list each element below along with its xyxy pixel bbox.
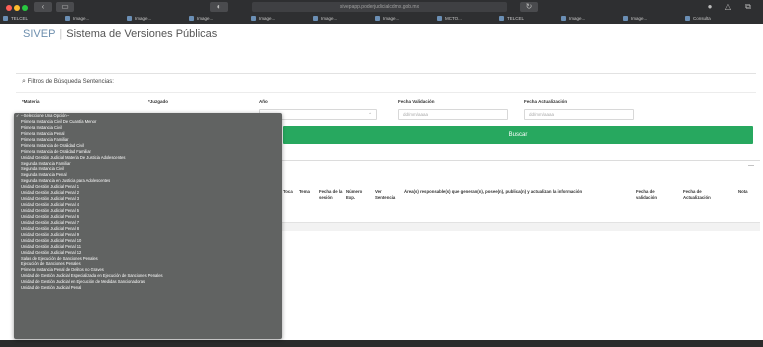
favicon-icon: [189, 16, 194, 21]
page-bottom-bar: [0, 340, 763, 347]
favicon-icon: [251, 16, 256, 21]
favicon-icon: [127, 16, 132, 21]
dropdown-option-label: Ejecución de Sanciones Penales: [21, 261, 81, 267]
materia-label: *Materia: [22, 99, 40, 104]
app-title: Sistema de Versiones Públicas: [66, 28, 218, 40]
share-icon[interactable]: △: [720, 2, 736, 12]
fecha-actualizacion-input[interactable]: dd/mm/aaaa: [524, 109, 634, 120]
favicon-icon: [375, 16, 380, 21]
materia-dropdown-list[interactable]: ✓ --Seleccione Una Opción-- Primera Instan…: [14, 113, 282, 339]
favicon-icon: [685, 16, 690, 21]
bookmark-item[interactable]: MCTO...: [436, 14, 492, 23]
dropdown-option-label: Primera Instancia de Oralidad Familiar: [21, 148, 91, 154]
bookmark-item[interactable]: Image...: [312, 14, 368, 23]
favicon-icon: [313, 16, 318, 21]
divider: [16, 73, 756, 74]
dropdown-option-label: Segunda Instancia Penal: [21, 172, 67, 178]
favicon-icon: [65, 16, 70, 21]
dropdown-option-label: Primera Instancia Familiar: [21, 136, 69, 142]
dropdown-option-label: Unidad Gestión Judicial Penal 10: [21, 237, 82, 243]
browser-chrome: ‹ ▭ ◐ sivepapp.poderjudicialcdmx.gob.mx …: [0, 0, 763, 24]
fecha-validacion-label: Fecha Validación: [398, 99, 435, 104]
dropdown-option-label: Unidad de Gestión Judicial en Ejecución …: [21, 279, 146, 285]
dropdown-option-label: Primera Instancia Civil De Cuantía Menor: [21, 118, 97, 124]
dropdown-option-label: --Seleccione Una Opción--: [21, 113, 70, 118]
dropdown-option-label: Unidad Gestión Judicial Penal 1: [21, 184, 80, 190]
collapse-panel-button[interactable]: —: [748, 163, 754, 169]
minimize-window-icon[interactable]: [14, 5, 20, 11]
close-window-icon[interactable]: [6, 5, 12, 11]
fecha-validacion-input[interactable]: dd/mm/aaaa: [398, 109, 508, 120]
search-icon: ⌕: [22, 78, 26, 85]
screen: ‹ ▭ ◐ sivepapp.poderjudicialcdmx.gob.mx …: [0, 0, 763, 347]
column-header: Tema: [299, 189, 310, 194]
dropdown-option-label: Unidad Gestión Judicial Penal 5: [21, 208, 80, 213]
favicon-icon: [499, 16, 504, 21]
dropdown-option-label: Unidad de Gestión Judicial Penal: [21, 285, 82, 291]
anio-label: Año: [259, 99, 268, 104]
dropdown-option-label: Unidad Gestión Judicial Penal 12: [21, 249, 82, 255]
sidebar-toggle-icon[interactable]: ▭: [56, 2, 74, 12]
reload-icon[interactable]: ↻: [520, 2, 538, 12]
dropdown-option-label: Primera Instancia de Oralidad Civil: [21, 142, 85, 148]
divider: [16, 92, 756, 93]
dropdown-option-label: Unidad Gestión Judicial Penal 8: [21, 225, 80, 231]
page-title: SIVEP | Sistema de Versiones Públicas: [23, 28, 217, 40]
dropdown-option-label: Primera Instancia Civil: [21, 124, 62, 130]
bookmark-item[interactable]: Image...: [374, 14, 430, 23]
fecha-actualizacion-label: Fecha Actualización: [524, 99, 568, 104]
dropdown-option-label: Unidad de Gestión Judicial Especializada…: [21, 273, 163, 279]
filters-heading: ⌕ Filtros de Búsqueda Sentencias:: [22, 78, 114, 85]
download-icon[interactable]: ●: [702, 2, 718, 12]
dropdown-option-label: Primera Instancia Penal de Delitos no Gr…: [21, 267, 104, 273]
bookmark-item[interactable]: Consulta: [684, 14, 744, 23]
column-header: Fecha de Actualización: [683, 189, 711, 200]
column-header: Fecha de validación: [636, 189, 658, 200]
shield-icon[interactable]: ◐: [210, 2, 228, 12]
maximize-window-icon[interactable]: [22, 5, 28, 11]
dropdown-option-label: Salas de Ejecución de Sanciones Penales: [21, 255, 98, 261]
dropdown-option-label: Unidad Gestión Judicial Penal 9: [21, 231, 80, 237]
column-header: Ver Sentencia: [375, 189, 396, 200]
title-separator: |: [59, 28, 63, 40]
dropdown-option-label: Unidad Gestión Judicial Penal 6: [21, 213, 80, 219]
dropdown-option-label: Segunda Instancia en Justicia para Adole…: [21, 178, 111, 184]
dropdown-option-label: Segunda Instancia Civil: [21, 166, 64, 172]
column-header: Área(s) responsable(s) que generan(n), p…: [404, 189, 583, 194]
juzgado-label: *Juzgado: [148, 99, 169, 104]
dropdown-option-label: Segunda Instancia Familiar: [21, 160, 71, 166]
bookmark-item[interactable]: Image...: [560, 14, 616, 23]
dropdown-option-label: Primera Instancia Penal: [21, 130, 65, 136]
column-header: Número Exp.: [346, 189, 363, 200]
dropdown-option-label: Unidad Gestión Judicial Materia De Justi…: [21, 154, 126, 160]
back-button[interactable]: ‹: [34, 2, 52, 12]
buscar-button[interactable]: Buscar: [283, 126, 753, 144]
bookmark-item[interactable]: Image...: [188, 14, 244, 23]
bookmarks-bar: TELCEL Image... Image... Image... Image.…: [0, 13, 763, 24]
favicon-icon: [437, 16, 442, 21]
dropdown-option-label: Unidad Gestión Judicial Penal 3: [21, 196, 80, 202]
bookmark-item[interactable]: Image...: [126, 14, 182, 23]
chevron-down-icon: ⌃: [368, 112, 372, 117]
bookmark-item[interactable]: Image...: [622, 14, 678, 23]
favicon-icon: [561, 16, 566, 21]
dropdown-option[interactable]: Unidad de Gestión Judicial Penal: [14, 285, 282, 291]
bookmark-item[interactable]: Image...: [64, 14, 120, 23]
dropdown-option-label: Unidad Gestión Judicial Penal 7: [21, 219, 80, 225]
bookmark-item[interactable]: Image...: [250, 14, 306, 23]
favicon-icon: [3, 16, 8, 21]
bookmark-item[interactable]: TELCEL: [498, 14, 554, 23]
brand-link[interactable]: SIVEP: [23, 28, 55, 40]
tabs-overview-icon[interactable]: ⧉: [740, 2, 756, 12]
column-header: Toca: [283, 189, 293, 194]
dropdown-option-label: Unidad Gestión Judicial Penal 2: [21, 190, 80, 196]
address-bar[interactable]: sivepapp.poderjudicialcdmx.gob.mx: [252, 2, 507, 12]
dropdown-option-label: Unidad Gestión Judicial Penal 11: [21, 243, 82, 249]
bookmark-item[interactable]: TELCEL: [2, 14, 58, 23]
column-header: Nota: [738, 189, 748, 194]
dropdown-option-label: Unidad Gestión Judicial Penal 4: [21, 202, 80, 208]
favicon-icon: [623, 16, 628, 21]
column-header: Fecha de la sesión: [319, 189, 343, 200]
